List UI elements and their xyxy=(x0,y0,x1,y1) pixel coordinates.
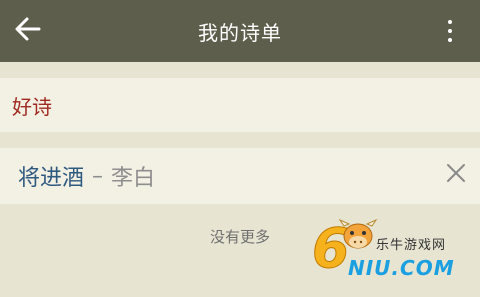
watermark-domain: NIU.COM xyxy=(348,256,455,280)
poem-title: 将进酒 xyxy=(18,166,85,191)
list-item[interactable]: 将进酒 – 李白 xyxy=(0,148,480,204)
close-icon xyxy=(446,163,466,189)
more-vertical-icon xyxy=(448,20,452,24)
page-title: 我的诗单 xyxy=(198,20,282,45)
poem-separator: – xyxy=(92,163,104,189)
more-vertical-icon-dot xyxy=(448,38,452,42)
more-vertical-icon-dot xyxy=(448,29,452,33)
cow-mascot-icon xyxy=(338,218,378,254)
watermark-logo: 6 乐牛游戏网 NIU.COM xyxy=(312,218,480,297)
top-app-bar: 我的诗单 xyxy=(0,0,480,62)
poem-author: 李白 xyxy=(111,166,156,191)
more-options-button[interactable] xyxy=(430,8,470,54)
list-section-header[interactable]: 好诗 xyxy=(0,78,480,132)
watermark-name: 乐牛游戏网 xyxy=(376,238,447,253)
remove-item-button[interactable] xyxy=(442,162,470,190)
